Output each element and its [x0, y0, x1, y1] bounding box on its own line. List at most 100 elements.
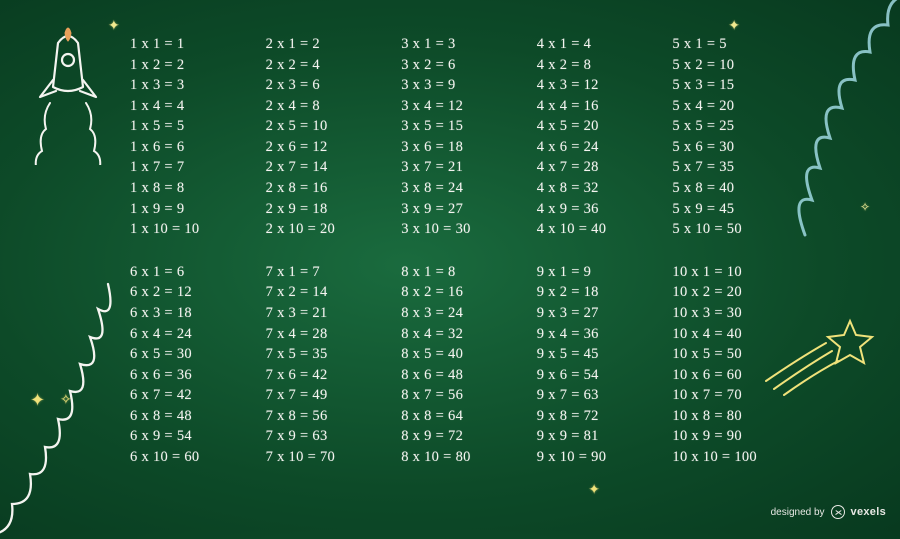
table-row: 10 x 2 = 20 [672, 282, 790, 303]
table-5: 5 x 1 = 55 x 2 = 105 x 3 = 155 x 4 = 205… [672, 34, 790, 240]
table-row: 10 x 10 = 100 [672, 447, 790, 468]
table-row: 4 x 4 = 16 [537, 96, 655, 117]
table-row: 6 x 4 = 24 [130, 324, 248, 345]
table-row: 9 x 3 = 27 [537, 303, 655, 324]
table-row: 9 x 4 = 36 [537, 324, 655, 345]
table-row: 10 x 6 = 60 [672, 365, 790, 386]
table-row: 8 x 2 = 16 [401, 282, 519, 303]
table-row: 2 x 3 = 6 [266, 75, 384, 96]
table-row: 5 x 2 = 10 [672, 55, 790, 76]
table-row: 7 x 2 = 14 [266, 282, 384, 303]
table-row: 3 x 7 = 21 [401, 157, 519, 178]
table-row: 10 x 1 = 10 [672, 262, 790, 283]
table-row: 1 x 7 = 7 [130, 157, 248, 178]
table-row: 8 x 6 = 48 [401, 365, 519, 386]
table-3: 3 x 1 = 33 x 2 = 63 x 3 = 93 x 4 = 123 x… [401, 34, 519, 240]
table-row: 9 x 5 = 45 [537, 344, 655, 365]
table-row: 7 x 5 = 35 [266, 344, 384, 365]
table-row: 10 x 3 = 30 [672, 303, 790, 324]
table-row: 3 x 6 = 18 [401, 137, 519, 158]
star-icon: ✦ [30, 390, 45, 411]
star-icon: ✦ [728, 18, 740, 35]
table-row: 6 x 1 = 6 [130, 262, 248, 283]
table-row: 10 x 9 = 90 [672, 426, 790, 447]
table-row: 6 x 3 = 18 [130, 303, 248, 324]
credit-prefix: designed by [771, 507, 825, 518]
table-row: 7 x 7 = 49 [266, 385, 384, 406]
table-row: 7 x 3 = 21 [266, 303, 384, 324]
table-row: 2 x 9 = 18 [266, 199, 384, 220]
table-row: 6 x 7 = 42 [130, 385, 248, 406]
table-row: 1 x 6 = 6 [130, 137, 248, 158]
star-icon: ✧ [60, 392, 72, 409]
table-row: 8 x 9 = 72 [401, 426, 519, 447]
table-row: 3 x 8 = 24 [401, 178, 519, 199]
table-row: 7 x 4 = 28 [266, 324, 384, 345]
table-row: 2 x 4 = 8 [266, 96, 384, 117]
table-row: 4 x 1 = 4 [537, 34, 655, 55]
table-row: 5 x 8 = 40 [672, 178, 790, 199]
star-icon: ✧ [860, 200, 870, 215]
table-4: 4 x 1 = 44 x 2 = 84 x 3 = 124 x 4 = 164 … [537, 34, 655, 240]
table-7: 7 x 1 = 77 x 2 = 147 x 3 = 217 x 4 = 287… [266, 262, 384, 468]
table-row: 8 x 3 = 24 [401, 303, 519, 324]
table-2: 2 x 1 = 22 x 2 = 42 x 3 = 62 x 4 = 82 x … [266, 34, 384, 240]
credit-brand: vexels [851, 506, 886, 518]
table-row: 2 x 7 = 14 [266, 157, 384, 178]
table-10: 10 x 1 = 1010 x 2 = 2010 x 3 = 3010 x 4 … [672, 262, 790, 468]
table-row: 6 x 10 = 60 [130, 447, 248, 468]
table-row: 3 x 10 = 30 [401, 219, 519, 240]
table-row: 4 x 6 = 24 [537, 137, 655, 158]
table-row: 7 x 1 = 7 [266, 262, 384, 283]
table-row: 1 x 4 = 4 [130, 96, 248, 117]
table-row: 2 x 5 = 10 [266, 116, 384, 137]
rocket-icon [20, 25, 115, 165]
cloud-left-icon [0, 279, 120, 539]
table-row: 9 x 10 = 90 [537, 447, 655, 468]
table-row: 3 x 3 = 9 [401, 75, 519, 96]
table-row: 3 x 5 = 15 [401, 116, 519, 137]
table-row: 5 x 3 = 15 [672, 75, 790, 96]
table-row: 1 x 3 = 3 [130, 75, 248, 96]
attribution: designed by vexels [771, 505, 886, 519]
table-row: 9 x 6 = 54 [537, 365, 655, 386]
table-row: 4 x 7 = 28 [537, 157, 655, 178]
table-row: 9 x 2 = 18 [537, 282, 655, 303]
table-row: 4 x 10 = 40 [537, 219, 655, 240]
table-row: 3 x 9 = 27 [401, 199, 519, 220]
star-icon: ✦ [108, 18, 120, 35]
table-row: 9 x 1 = 9 [537, 262, 655, 283]
table-row: 8 x 1 = 8 [401, 262, 519, 283]
table-row: 8 x 5 = 40 [401, 344, 519, 365]
table-row: 3 x 4 = 12 [401, 96, 519, 117]
table-row: 10 x 8 = 80 [672, 406, 790, 427]
table-row: 7 x 8 = 56 [266, 406, 384, 427]
table-row: 7 x 9 = 63 [266, 426, 384, 447]
table-row: 2 x 1 = 2 [266, 34, 384, 55]
multiplication-tables: 1 x 1 = 11 x 2 = 21 x 3 = 31 x 4 = 4 1 x … [130, 34, 790, 490]
table-row: 1 x 8 = 8 [130, 178, 248, 199]
table-row: 2 x 2 = 4 [266, 55, 384, 76]
table-row: 6 x 2 = 12 [130, 282, 248, 303]
table-row: 2 x 10 = 20 [266, 219, 384, 240]
table-row: 5 x 6 = 30 [672, 137, 790, 158]
table-row: 8 x 10 = 80 [401, 447, 519, 468]
table-row: 10 x 4 = 40 [672, 324, 790, 345]
table-row: 5 x 9 = 45 [672, 199, 790, 220]
table-row: 4 x 9 = 36 [537, 199, 655, 220]
table-row: 8 x 8 = 64 [401, 406, 519, 427]
table-row: 1 x 2 = 2 [130, 55, 248, 76]
table-row: 2 x 6 = 12 [266, 137, 384, 158]
table-row: 4 x 3 = 12 [537, 75, 655, 96]
table-row: 6 x 6 = 36 [130, 365, 248, 386]
table-row: 5 x 4 = 20 [672, 96, 790, 117]
table-row: 7 x 6 = 42 [266, 365, 384, 386]
table-row: 5 x 5 = 25 [672, 116, 790, 137]
table-row: 8 x 7 = 56 [401, 385, 519, 406]
table-row: 1 x 1 = 1 [130, 34, 248, 55]
table-row: 1 x 9 = 9 [130, 199, 248, 220]
table-row: 9 x 8 = 72 [537, 406, 655, 427]
table-row: 5 x 1 = 5 [672, 34, 790, 55]
table-row: 3 x 2 = 6 [401, 55, 519, 76]
table-8: 8 x 1 = 88 x 2 = 168 x 3 = 248 x 4 = 328… [401, 262, 519, 468]
